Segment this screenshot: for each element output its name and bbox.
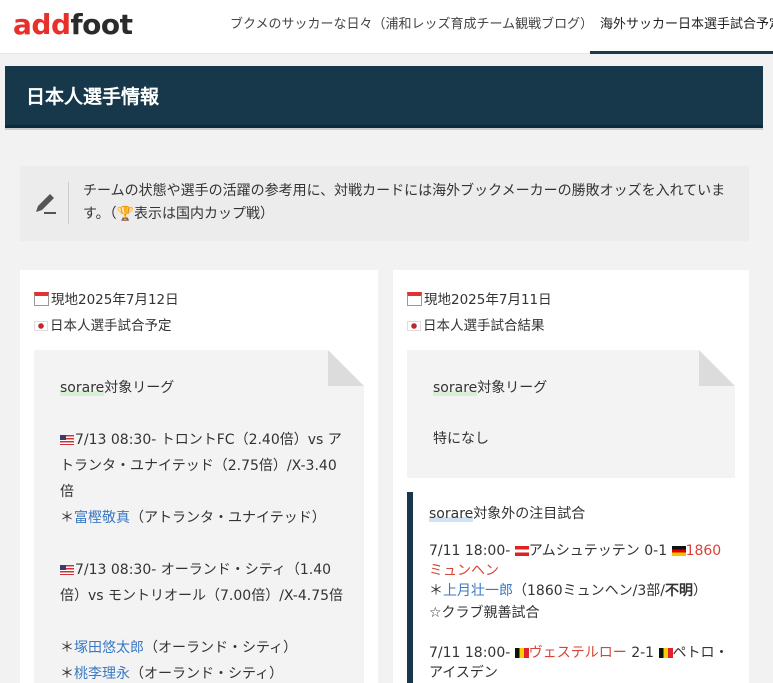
result-player-line: ＊上月壮一郎（1860ミュンヘン/3部/不明） (429, 583, 707, 599)
player-team: （オーランド・シティ） (130, 666, 284, 682)
result-time: 7/11 18:00- (429, 543, 511, 559)
calendar-icon (407, 292, 422, 306)
results-league-box: sorare対象リーグ 特になし (407, 350, 735, 478)
logo-text-foot: foot (70, 8, 133, 41)
schedule-subtitle-text: 日本人選手試合予定 (50, 318, 172, 334)
schedule-league-box: sorare対象リーグ 7/13 08:30- トロントFC（2.40倍）vs … (34, 350, 364, 683)
player-team: （オーランド・シティ） (144, 640, 298, 656)
schedule-subtitle: 日本人選手試合予定 (34, 314, 172, 334)
nav-link-schedule[interactable]: 海外サッカー日本選手試合予定 (590, 0, 773, 54)
japan-flag-icon (407, 321, 421, 331)
pencil-icon (36, 194, 56, 214)
results-date-text: 現地2025年7月11日 (424, 292, 552, 308)
info-note: チームの状態や選手の活躍の参考用に、対戦カードには海外ブックメーカーの勝敗オッズ… (20, 166, 749, 241)
player-status: 不明 (664, 583, 693, 599)
nav-link-blog[interactable]: ブクメのサッカーな日々（浦和レッズ育成チーム観戦ブログ） (230, 0, 593, 54)
logo-text-add: add (13, 8, 71, 41)
notable-block-bar (407, 492, 413, 683)
usa-flag-icon (60, 565, 74, 575)
nav-link-schedule-label: 海外サッカー日本選手試合予定 (600, 17, 773, 32)
page-title: 日本人選手情報 (26, 86, 160, 108)
notable-heading: sorare対象外の注目試合 (429, 501, 729, 527)
schedule-card: 現地2025年7月12日 日本人選手試合予定 sorare対象リーグ 7/13 … (20, 270, 378, 683)
notable-prefix: sorare (429, 506, 474, 522)
result-note: ☆クラブ親善試合 (429, 605, 540, 621)
match-item: 7/13 08:30- オーランド・シティ（1.40倍）vs モントリオール（7… (60, 557, 348, 609)
result-score: 0-1 (644, 543, 668, 559)
league-prefix: sorare (60, 380, 105, 396)
player-detail: （1860ミュンヘン/3部/ (513, 583, 665, 599)
player-link[interactable]: 上月壮一郎 (443, 583, 513, 599)
player-line: ＊塚田悠太郎（オーランド・シティ） (60, 640, 298, 656)
player-link[interactable]: 桃李理永 (74, 666, 130, 682)
result-home-link[interactable]: ヴェステルロー (529, 645, 627, 661)
note-text: チームの状態や選手の活躍の参考用に、対戦カードには海外ブックメーカーの勝敗オッズ… (83, 180, 743, 226)
note-text-part2: 表示は国内カップ戦） (134, 206, 275, 222)
result-item: 7/11 18:00- アムシュテッテン 0-1 1860ミュンヘン (429, 541, 729, 581)
league-prefix: sorare (433, 380, 478, 396)
germany-flag-icon (671, 546, 686, 556)
match-text: 7/13 08:30- オーランド・シティ（1.40倍）vs モントリオール（7… (60, 562, 344, 604)
no-results-text: 特になし (433, 431, 489, 447)
results-subtitle-text: 日本人選手試合結果 (423, 318, 545, 334)
schedule-date-text: 現地2025年7月12日 (51, 292, 179, 308)
result-home: アムシュテッテン (528, 543, 640, 559)
notable-suffix: 対象外の注目試合 (473, 506, 586, 522)
league-suffix: 対象リーグ (104, 380, 175, 396)
results-card: 現地2025年7月11日 日本人選手試合結果 sorare対象リーグ 特になし … (393, 270, 749, 683)
results-subtitle: 日本人選手試合結果 (407, 314, 545, 334)
player-detail-end: ） (692, 583, 707, 599)
player-link[interactable]: 塚田悠太郎 (74, 640, 144, 656)
site-header: addfoot ブクメのサッカーな日々（浦和レッズ育成チーム観戦ブログ） 海外サ… (0, 0, 773, 54)
page-title-bar: 日本人選手情報 (5, 66, 763, 128)
belgium-flag-icon (658, 648, 673, 658)
result-time: 7/11 18:00- (429, 645, 511, 661)
belgium-flag-icon (514, 648, 529, 658)
result-item: 7/11 18:00- ヴェステルロー 2-1 ペトロ・アイスデン (429, 643, 729, 683)
trophy-icon: 🏆 (116, 206, 135, 222)
league-heading: sorare対象リーグ (433, 375, 713, 401)
player-line: ＊桃李理永（オーランド・シティ） (60, 666, 284, 682)
austria-flag-icon (514, 546, 529, 556)
match-text: 7/13 08:30- トロントFC（2.40倍）vs アトランタ・ユナイテッド… (60, 432, 342, 500)
league-suffix: 対象リーグ (477, 380, 548, 396)
player-team: （アトランタ・ユナイテッド） (130, 510, 326, 526)
site-logo[interactable]: addfoot (13, 8, 133, 42)
note-divider (68, 182, 69, 224)
japan-flag-icon (34, 321, 48, 331)
nav-active-indicator (590, 51, 773, 54)
result-score: 2-1 (631, 645, 655, 661)
league-heading: sorare対象リーグ (60, 375, 350, 401)
calendar-icon (34, 292, 49, 306)
match-item: 7/13 08:30- トロントFC（2.40倍）vs アトランタ・ユナイテッド… (60, 427, 348, 505)
player-link[interactable]: 富樫敬真 (74, 510, 130, 526)
results-date: 現地2025年7月11日 (407, 288, 552, 308)
usa-flag-icon (60, 435, 74, 445)
player-line: ＊富樫敬真（アトランタ・ユナイテッド） (60, 510, 326, 526)
schedule-date: 現地2025年7月12日 (34, 288, 179, 308)
